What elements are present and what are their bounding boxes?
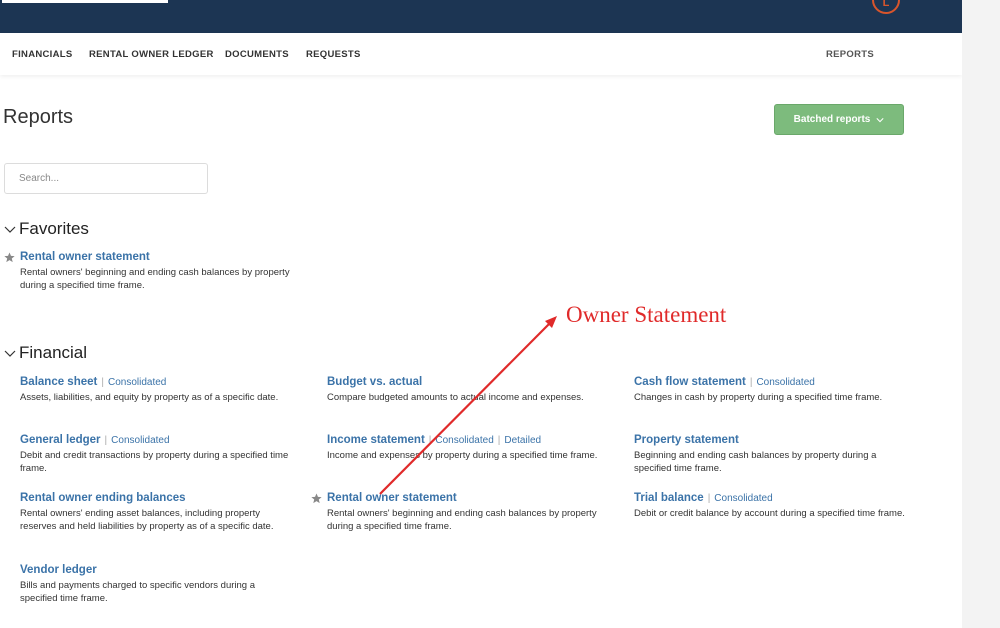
report-item-trial-balance: Trial balance | Consolidated Debit or cr…	[634, 492, 919, 520]
report-description: Debit and credit transactions by propert…	[20, 450, 289, 474]
report-description: Assets, liabilities, and equity by prope…	[20, 392, 279, 403]
chevron-down-icon	[876, 117, 884, 122]
star-icon[interactable]	[4, 252, 15, 263]
report-link-property-statement[interactable]: Property statement	[634, 434, 739, 446]
batched-reports-button[interactable]: Batched reports	[774, 104, 904, 135]
tag-consolidated[interactable]: Consolidated	[435, 435, 493, 446]
report-item-property-statement: Property statement Beginning and ending …	[634, 434, 919, 475]
report-item-balance-sheet: Balance sheet | Consolidated Assets, lia…	[20, 376, 305, 404]
report-link-income-statement[interactable]: Income statement	[327, 434, 425, 446]
favorite-item: Rental owner statement Rental owners' be…	[20, 251, 305, 292]
annotation-label: Owner Statement	[566, 302, 727, 327]
star-icon[interactable]	[311, 493, 322, 504]
batched-reports-label: Batched reports	[793, 114, 871, 125]
nav-reports[interactable]: REPORTS	[826, 49, 874, 60]
tag-consolidated[interactable]: Consolidated	[714, 493, 772, 504]
report-link-cash-flow-statement[interactable]: Cash flow statement	[634, 376, 746, 388]
report-link-favorite-rental-owner-statement[interactable]: Rental owner statement	[20, 251, 150, 263]
chevron-down-icon	[4, 350, 16, 357]
nav-rental-owner-ledger[interactable]: RENTAL OWNER LEDGER	[89, 49, 214, 60]
nav-financials[interactable]: FINANCIALS	[12, 49, 73, 60]
tag-separator: |	[104, 434, 108, 446]
report-item-cash-flow-statement: Cash flow statement | Consolidated Chang…	[634, 376, 919, 404]
app-window: L FINANCIALS RENTAL OWNER LEDGER DOCUMEN…	[0, 0, 962, 628]
logo	[2, 0, 168, 3]
report-description: Rental owners' ending asset balances, in…	[20, 508, 274, 532]
report-item-vendor-ledger: Vendor ledger Bills and payments charged…	[20, 564, 305, 605]
top-bar: L	[0, 0, 962, 33]
tag-separator: |	[428, 434, 432, 446]
report-description: Compare budgeted amounts to actual incom…	[327, 392, 584, 403]
report-link-balance-sheet[interactable]: Balance sheet	[20, 376, 97, 388]
user-avatar[interactable]: L	[872, 0, 900, 14]
report-description: Debit or credit balance by account durin…	[634, 508, 905, 519]
report-item-budget-vs-actual: Budget vs. actual Compare budgeted amoun…	[327, 376, 612, 404]
report-link-budget-vs-actual[interactable]: Budget vs. actual	[327, 376, 422, 388]
report-item-income-statement: Income statement | Consolidated | Detail…	[327, 434, 612, 462]
secondary-nav: FINANCIALS RENTAL OWNER LEDGER DOCUMENTS…	[0, 33, 962, 75]
report-item-rental-owner-statement: Rental owner statement Rental owners' be…	[327, 492, 612, 533]
report-description: Changes in cash by property during a spe…	[634, 392, 883, 403]
financial-section-header[interactable]: Financial	[4, 343, 87, 363]
nav-documents[interactable]: DOCUMENTS	[225, 49, 289, 60]
report-description: Bills and payments charged to specific v…	[20, 580, 255, 604]
tag-consolidated[interactable]: Consolidated	[111, 435, 169, 446]
tag-separator: |	[749, 376, 753, 388]
report-link-general-ledger[interactable]: General ledger	[20, 434, 101, 446]
favorites-section-header[interactable]: Favorites	[4, 219, 89, 239]
tag-detailed[interactable]: Detailed	[504, 435, 541, 446]
tag-separator: |	[497, 434, 501, 446]
nav-requests[interactable]: REQUESTS	[306, 49, 361, 60]
report-description: Income and expenses by property during a…	[327, 450, 598, 461]
report-description: Beginning and ending cash balances by pr…	[634, 450, 877, 474]
page-title: Reports	[3, 106, 74, 128]
report-link-rental-owner-statement[interactable]: Rental owner statement	[327, 492, 457, 504]
tag-consolidated[interactable]: Consolidated	[108, 377, 166, 388]
tag-consolidated[interactable]: Consolidated	[756, 377, 814, 388]
report-item-rental-owner-ending-balances: Rental owner ending balances Rental owne…	[20, 492, 305, 533]
report-description: Rental owners' beginning and ending cash…	[327, 508, 597, 532]
favorites-title: Favorites	[19, 219, 89, 238]
chevron-down-icon	[4, 226, 16, 233]
report-link-trial-balance[interactable]: Trial balance	[634, 492, 704, 504]
report-link-rental-owner-ending-balances[interactable]: Rental owner ending balances	[20, 492, 186, 504]
search-input[interactable]	[4, 163, 208, 194]
report-link-vendor-ledger[interactable]: Vendor ledger	[20, 564, 97, 576]
report-item-general-ledger: General ledger | Consolidated Debit and …	[20, 434, 305, 475]
financial-title: Financial	[19, 343, 88, 362]
tag-separator: |	[101, 376, 104, 388]
report-description: Rental owners' beginning and ending cash…	[20, 267, 290, 291]
tag-separator: |	[707, 492, 711, 504]
